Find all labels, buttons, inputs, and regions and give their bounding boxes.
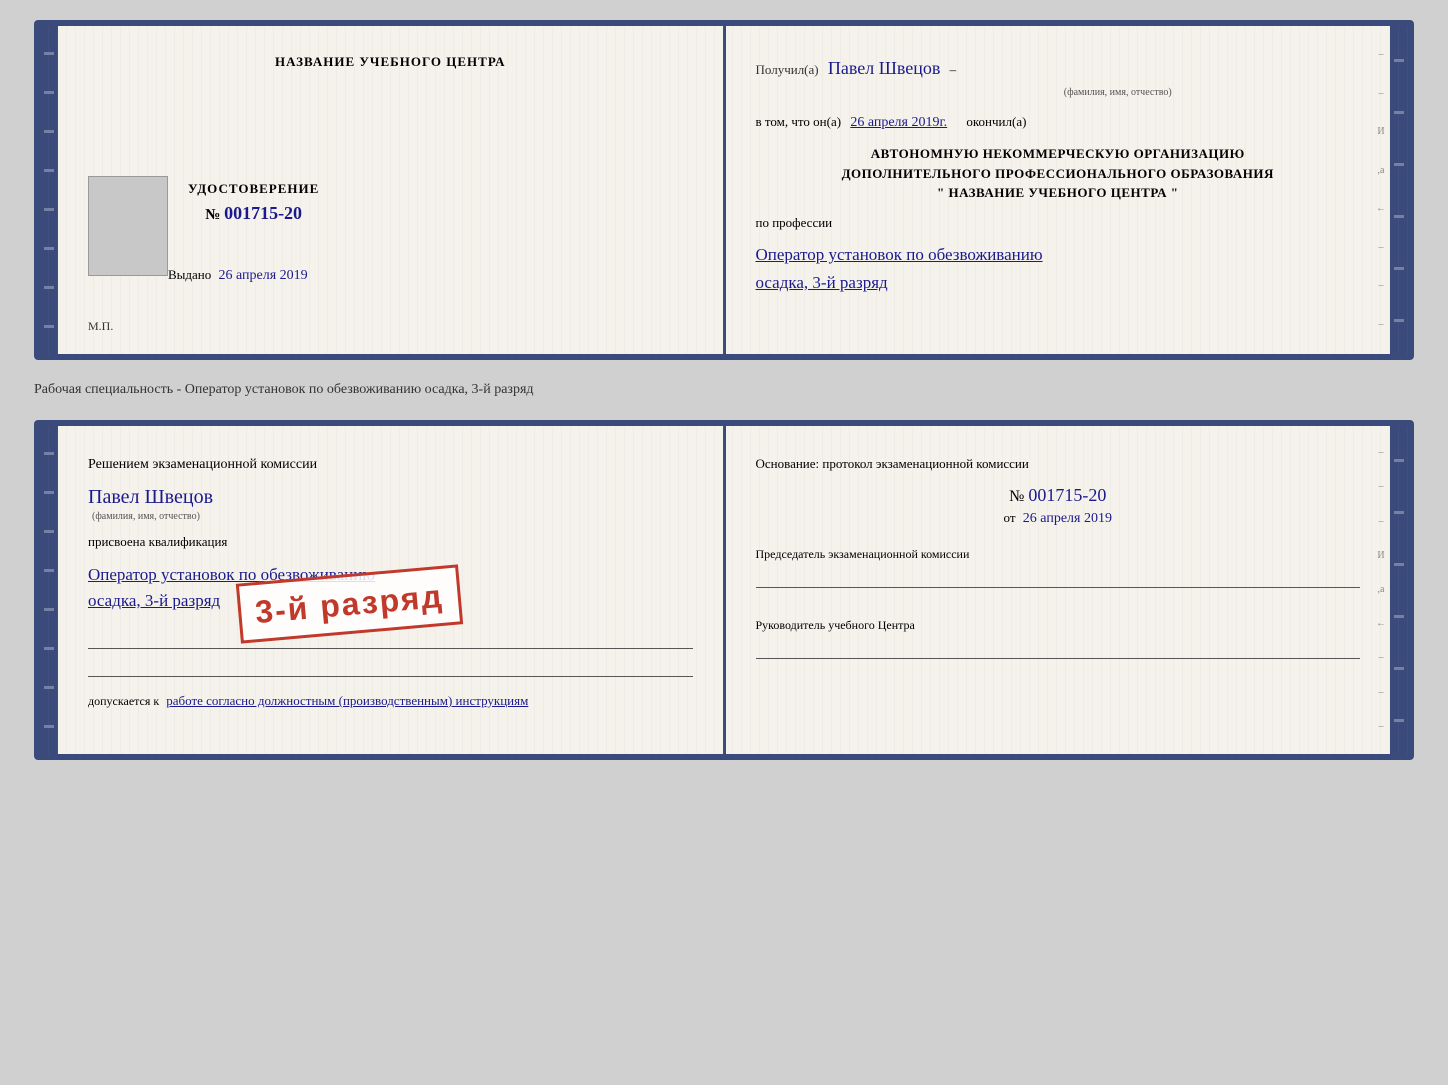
spine-left-1 — [40, 26, 58, 354]
date-value: 26 апреля 2019г. — [850, 115, 947, 130]
fio-sublabel-2: (фамилия, имя, отчество) — [92, 511, 693, 522]
mp-label: М.П. — [88, 319, 113, 334]
by-profession-row: по профессии — [756, 213, 1361, 234]
chairman-label: Председатель экзаменационной комиссии — [756, 547, 1361, 562]
basis-label: Основание: протокол экзаменационной коми… — [756, 454, 1361, 475]
in-that-row: в том, что он(а) 26 апреля 2019г. окончи… — [756, 112, 1361, 134]
head-sig — [756, 643, 1361, 659]
spine-left-2 — [40, 426, 58, 754]
issued-label: Выдано — [168, 267, 211, 282]
doc2-date-row: от 26 апреля 2019 — [756, 510, 1361, 527]
vertical-marks-2: –– –И ,а← –– – — [1372, 426, 1390, 754]
doc2-number-row: № 001715-20 — [756, 485, 1361, 506]
received-name: Павел Швецов — [828, 58, 941, 78]
org-line2: ДОПОЛНИТЕЛЬНОГО ПРОФЕССИОНАЛЬНОГО ОБРАЗО… — [756, 164, 1361, 184]
vertical-marks-1: –– И,а ←– –– — [1372, 26, 1390, 354]
org-line1: АВТОНОМНУЮ НЕКОММЕРЧЕСКУЮ ОРГАНИЗАЦИЮ — [756, 144, 1361, 164]
photo-placeholder — [88, 176, 168, 276]
received-row: Получил(а) Павел Швецов – — [756, 54, 1361, 83]
allowed-label: допускается к — [88, 694, 159, 708]
doc1-school-title: НАЗВАНИЕ УЧЕБНОГО ЦЕНТРА — [88, 54, 693, 70]
in-that-label: в том, что он(а) — [756, 114, 842, 129]
doc1-right: Получил(а) Павел Швецов – (фамилия, имя,… — [726, 26, 1391, 354]
date-prefix: от — [1004, 510, 1016, 525]
document-card-2: Решением экзаменационной комиссии Павел … — [34, 420, 1414, 760]
cert-number: № 001715-20 — [188, 203, 319, 224]
doc1-left: НАЗВАНИЕ УЧЕБНОГО ЦЕНТРА УДОСТОВЕРЕНИЕ №… — [58, 26, 723, 354]
fio-sublabel-1: (фамилия, имя, отчество) — [876, 87, 1361, 98]
sig-line-2 — [88, 657, 693, 677]
number-value: 001715-20 — [1028, 485, 1106, 505]
page-wrapper: НАЗВАНИЕ УЧЕБНОГО ЦЕНТРА УДОСТОВЕРЕНИЕ №… — [34, 20, 1414, 760]
decision-label: Решением экзаменационной комиссии — [88, 454, 693, 476]
qualification-label: присвоена квалификация — [88, 532, 693, 553]
chairman-sig — [756, 572, 1361, 588]
received-label: Получил(а) — [756, 62, 819, 77]
issued-date: 26 апреля 2019 — [219, 268, 308, 283]
head-sig-line — [756, 643, 1361, 659]
number-prefix: № — [1009, 488, 1024, 505]
stamp-text: 3-й разряд — [254, 576, 445, 631]
by-profession-label: по профессии — [756, 215, 833, 230]
doc2-date-value: 26 апреля 2019 — [1023, 511, 1112, 526]
spine-right-1 — [1390, 26, 1408, 354]
org-block: АВТОНОМНУЮ НЕКОММЕРЧЕСКУЮ ОРГАНИЗАЦИЮ ДО… — [756, 144, 1361, 203]
doc2-left: Решением экзаменационной комиссии Павел … — [58, 426, 723, 754]
chairman-sig-line — [756, 572, 1361, 588]
doc2-right: Основание: протокол экзаменационной коми… — [726, 426, 1391, 754]
profession-line1: Оператор установок по обезвоживанию — [756, 243, 1361, 267]
spine-right-2 — [1390, 426, 1408, 754]
head-label: Руководитель учебного Центра — [756, 618, 1361, 633]
finished-label: окончил(а) — [966, 114, 1026, 129]
allowed-value: работе согласно должностным (производств… — [166, 693, 528, 708]
document-card-1: НАЗВАНИЕ УЧЕБНОГО ЦЕНТРА УДОСТОВЕРЕНИЕ №… — [34, 20, 1414, 360]
separator-text: Рабочая специальность - Оператор установ… — [34, 376, 1414, 404]
sig-line-1 — [88, 629, 693, 649]
org-name-row: " НАЗВАНИЕ УЧЕБНОГО ЦЕНТРА " — [756, 183, 1361, 203]
profession-line2: осадка, 3-й разряд — [756, 271, 1361, 295]
allowed-row: допускается к работе согласно должностны… — [88, 693, 693, 709]
doc2-person-name: Павел Швецов — [88, 486, 693, 509]
dash: – — [950, 62, 957, 77]
cert-label: УДОСТОВЕРЕНИЕ — [188, 181, 319, 197]
